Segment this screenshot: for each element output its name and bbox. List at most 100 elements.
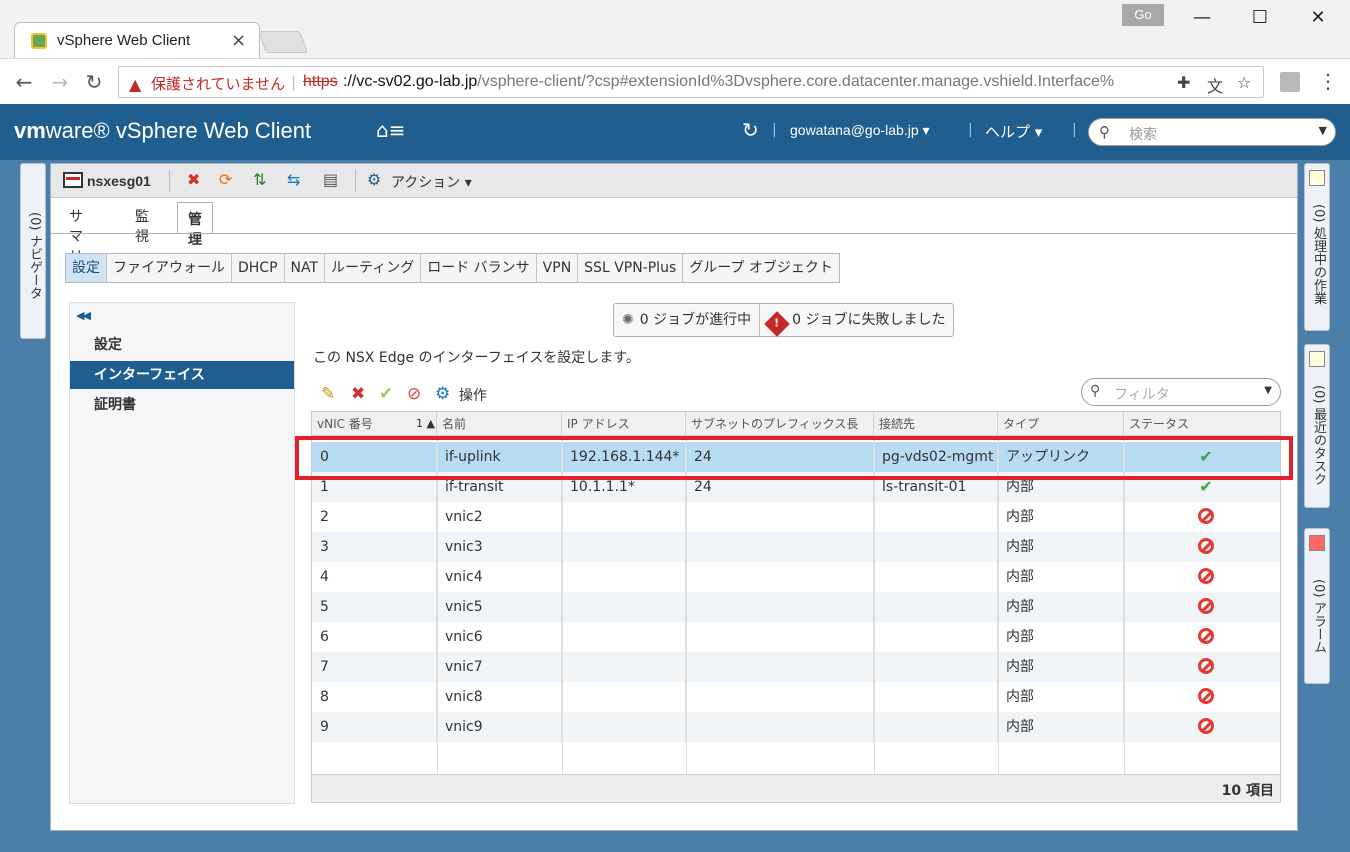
menu-item-certificates[interactable]: 証明書 <box>70 391 294 419</box>
subtab-nat[interactable]: NAT <box>285 254 326 282</box>
close-tab-icon[interactable]: × <box>231 30 246 51</box>
sort-ascending-icon: 1 ▲ <box>416 417 435 430</box>
reload-icon[interactable]: ↻ <box>80 69 108 95</box>
refresh-icon[interactable]: ↻ <box>742 118 759 142</box>
forward-icon[interactable]: → <box>46 69 74 95</box>
subtab-ssl-vpn-plus[interactable]: SSL VPN-Plus <box>578 254 684 282</box>
navigator-rail[interactable]: (0) ナビゲータ <box>20 163 46 339</box>
table-row[interactable]: 6 vnic6 内部 <box>312 622 1280 652</box>
table-row[interactable]: 5 vnic5 内部 <box>312 592 1280 622</box>
upgrade-icon[interactable]: ⇅ <box>253 171 266 189</box>
close-window-button[interactable]: ✕ <box>1298 4 1338 32</box>
col-connected-to[interactable]: 接続先 <box>874 412 998 436</box>
cell-ip <box>562 682 686 712</box>
extension-icon[interactable] <box>1280 72 1300 92</box>
table-row[interactable]: 1 if-transit 10.1.1.1* 24 ls-transit-01 内部 ✔ <box>312 472 1280 502</box>
delete-icon[interactable]: ✖ <box>187 171 200 189</box>
actions-menu[interactable]: アクション ▾ <box>391 172 472 192</box>
alarms-rail[interactable]: (0) アラーム <box>1304 528 1330 684</box>
profile-badge[interactable]: Go <box>1122 4 1164 26</box>
col-status[interactable]: ステータス <box>1124 412 1280 436</box>
browser-menu-icon[interactable]: ⋮ <box>1318 69 1338 93</box>
extension-puzzle-icon[interactable]: ✚ <box>1177 73 1190 92</box>
jobs-failed[interactable]: ! 0 ジョブに失敗しました <box>759 304 953 337</box>
cell-status <box>1124 592 1280 622</box>
table-row[interactable]: 2 vnic2 内部 <box>312 502 1280 532</box>
bookmark-star-icon[interactable]: ☆ <box>1237 73 1251 92</box>
cell-type: アップリンク <box>998 442 1124 472</box>
operations-menu[interactable]: 操作 <box>459 385 487 405</box>
subtab-settings[interactable]: 設定 <box>66 254 107 282</box>
col-subnet-prefix[interactable]: サブネットのプレフィックス長 <box>686 412 874 436</box>
cell-status <box>1124 712 1280 742</box>
cell-connected-to <box>874 532 998 562</box>
help-menu[interactable]: ヘルプ ▾ <box>985 121 1042 142</box>
cell-type: 内部 <box>998 532 1124 562</box>
table-row[interactable]: 9 vnic9 内部 <box>312 712 1280 742</box>
subtab-firewall[interactable]: ファイアウォール <box>107 254 232 282</box>
jobs-running[interactable]: ✺ 0 ジョブが進行中 <box>614 304 759 336</box>
page-description: この NSX Edge のインターフェイスを設定します。 <box>313 350 640 366</box>
search-placeholder: 検索 <box>1129 127 1157 143</box>
tasks-in-progress-rail[interactable]: (0) 処理中の作業 <box>1304 163 1330 331</box>
subtab-vpn[interactable]: VPN <box>537 254 579 282</box>
table-row[interactable]: 4 vnic4 内部 <box>312 562 1280 592</box>
enable-check-icon[interactable]: ✔ <box>379 383 393 405</box>
technical-support-log-icon[interactable]: ▤ <box>323 171 338 189</box>
table-row[interactable]: 7 vnic7 内部 <box>312 652 1280 682</box>
tab-monitor[interactable]: 監視 <box>135 206 149 246</box>
subtab-grouping-objects[interactable]: グループ オブジェクト <box>683 254 839 282</box>
delete-icon[interactable]: ✖ <box>351 383 365 405</box>
error-icon: ! <box>764 311 790 337</box>
redeploy-icon[interactable]: ⟳ <box>219 171 232 189</box>
menu-item-settings[interactable]: 設定 <box>70 331 294 359</box>
column-divider <box>998 436 999 774</box>
subtab-dhcp[interactable]: DHCP <box>232 254 285 282</box>
col-type[interactable]: タイプ <box>998 412 1124 436</box>
table-row[interactable]: 0 if-uplink 192.168.1.144* 24 pg-vds02-mgmt ア… <box>312 442 1280 472</box>
col-name[interactable]: 名前 <box>437 412 562 436</box>
status-ok-icon: ✔ <box>1199 477 1213 496</box>
edit-pencil-icon[interactable]: ✎ <box>321 383 335 405</box>
disable-icon[interactable]: ⊘ <box>407 383 421 405</box>
global-search-input[interactable]: ⚲ 検索 ▼ <box>1088 118 1336 146</box>
chevron-down-icon[interactable]: ▼ <box>1264 385 1272 396</box>
security-warning[interactable]: 保護されていません <box>151 73 285 94</box>
minimize-button[interactable]: — <box>1182 4 1222 32</box>
alarms-label: (0) アラーム <box>1311 579 1326 654</box>
tab-title: vSphere Web Client <box>57 32 191 49</box>
recent-tasks-rail[interactable]: (0) 最近のタスク <box>1304 344 1330 508</box>
table-row[interactable]: 8 vnic8 内部 <box>312 682 1280 712</box>
cell-connected-to: pg-vds02-mgmt <box>874 442 998 472</box>
filter-input[interactable]: ⚲ フィルタ ▼ <box>1081 378 1281 406</box>
home-menu-icon[interactable]: ⌂≡ <box>376 118 405 142</box>
user-menu[interactable]: gowatana@go-lab.jp ▾ <box>790 122 930 139</box>
cell-ip <box>562 502 686 532</box>
address-bar[interactable]: ▲ 保護されていません | https ://vc-sv02.go-lab.jp… <box>118 66 1264 98</box>
cell-type: 内部 <box>998 622 1124 652</box>
maximize-button[interactable]: ☐ <box>1240 4 1280 32</box>
menu-item-interfaces[interactable]: インターフェイス <box>70 361 294 389</box>
subtab-routing[interactable]: ルーティング <box>325 254 422 282</box>
browser-tab[interactable]: vSphere Web Client × <box>14 22 260 58</box>
col-vnic-number[interactable]: vNIC 番号 1 ▲ <box>312 412 437 436</box>
tab-manage[interactable]: 管理 <box>177 202 213 248</box>
translate-icon[interactable]: 文 <box>1207 73 1223 97</box>
new-tab-button[interactable] <box>257 31 309 53</box>
table-row[interactable]: 3 vnic3 内部 <box>312 532 1280 562</box>
cell-status <box>1124 622 1280 652</box>
cell-vnic: 8 <box>312 682 437 712</box>
warning-icon: ▲ <box>129 75 142 94</box>
collapse-icon[interactable]: ◀◀ <box>76 309 91 322</box>
status-disabled-icon <box>1198 508 1214 524</box>
url-text: ://vc-sv02.go-lab.jp/vsphere-client/?csp… <box>343 73 1163 91</box>
subtab-load-balancer[interactable]: ロード バランサ <box>421 254 537 282</box>
chevron-down-icon[interactable]: ▼ <box>1319 124 1327 137</box>
col-ip-address[interactable]: IP アドレス <box>562 412 686 436</box>
change-settings-icon[interactable]: ⇆ <box>287 171 300 189</box>
back-icon[interactable]: ← <box>10 69 38 95</box>
cell-prefix <box>686 592 874 622</box>
cell-status <box>1124 502 1280 532</box>
cell-connected-to <box>874 622 998 652</box>
address-toolbar: ← → ↻ ▲ 保護されていません | https ://vc-sv02.go-… <box>0 58 1350 104</box>
